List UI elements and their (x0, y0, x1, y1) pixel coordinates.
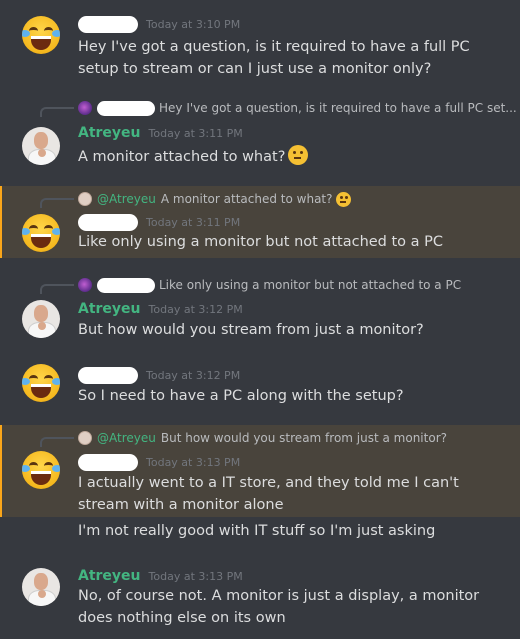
message: Today at 3:10 PM Hey I've got a question… (0, 0, 520, 86)
avatar-atreyeu-icon[interactable] (22, 127, 60, 165)
avatar-laughing-icon[interactable] (22, 16, 60, 54)
timestamp: Today at 3:10 PM (146, 17, 241, 31)
redacted-username (97, 277, 155, 293)
redacted-username (97, 100, 155, 116)
avatar-atreyeu-icon[interactable] (22, 300, 60, 338)
reply-connector (40, 437, 74, 447)
thinking-emoji-icon (335, 191, 351, 207)
mini-avatar-icon (78, 101, 92, 115)
reply-mention[interactable]: @Atreyeu (97, 192, 156, 206)
message: Atreyeu Today at 3:13 PM No, of course n… (0, 560, 520, 639)
avatar-laughing-icon[interactable] (22, 364, 60, 402)
message: Like only using a monitor but not attach… (0, 272, 520, 348)
message-text: I'm not really good with IT stuff so I'm… (78, 523, 436, 539)
reply-text: A monitor attached to what? (160, 192, 333, 206)
message-text: Hey I've got a question, is it required … (78, 39, 470, 77)
reply-preview[interactable]: Like only using a monitor but not attach… (78, 276, 461, 294)
reply-connector (40, 107, 74, 117)
timestamp: Today at 3:12 PM (148, 302, 243, 316)
author-name[interactable]: Atreyeu (78, 301, 141, 317)
timestamp: Today at 3:11 PM (146, 215, 241, 229)
timestamp: Today at 3:11 PM (148, 126, 243, 140)
thinking-emoji-icon (288, 145, 309, 165)
reply-preview[interactable]: Hey I've got a question, is it required … (78, 99, 517, 117)
message-text: A monitor attached to what? (78, 145, 508, 168)
message: Hey I've got a question, is it required … (0, 95, 520, 180)
reply-preview[interactable]: @Atreyeu A monitor attached to what? (78, 190, 351, 208)
reply-connector (40, 284, 74, 294)
message-highlighted: @Atreyeu But how would you stream from j… (0, 425, 520, 517)
mini-avatar-icon (78, 192, 92, 206)
reply-connector (40, 198, 74, 208)
message-text: No, of course not. A monitor is just a d… (78, 588, 480, 626)
message-text: But how would you stream from just a mon… (78, 322, 424, 338)
chat-messages: Today at 3:10 PM Hey I've got a question… (0, 0, 520, 639)
redacted-username[interactable] (78, 15, 138, 33)
message: Today at 3:12 PM So I need to have a PC … (0, 360, 520, 420)
mini-avatar-icon (78, 278, 92, 292)
author-name[interactable]: Atreyeu (78, 125, 141, 141)
redacted-username[interactable] (78, 453, 138, 471)
message-text: Like only using a monitor but not attach… (78, 234, 444, 250)
reply-mention[interactable]: @Atreyeu (97, 431, 156, 445)
reply-text: Like only using a monitor but not attach… (159, 278, 462, 292)
timestamp: Today at 3:13 PM (146, 455, 241, 469)
reply-text: But how would you stream from just a mon… (160, 431, 447, 445)
message-text-content: A monitor attached to what? (78, 149, 286, 165)
redacted-username[interactable] (78, 366, 138, 384)
avatar-laughing-icon[interactable] (22, 214, 60, 252)
timestamp: Today at 3:12 PM (146, 368, 241, 382)
reply-text: Hey I've got a question, is it required … (159, 101, 517, 115)
avatar-atreyeu-icon[interactable] (22, 568, 60, 606)
redacted-username[interactable] (78, 213, 138, 231)
message-text: So I need to have a PC along with the se… (78, 388, 404, 404)
message-text: I actually went to a IT store, and they … (78, 475, 459, 513)
avatar-laughing-icon[interactable] (22, 451, 60, 489)
message-followup: I'm not really good with IT stuff so I'm… (0, 517, 520, 547)
reply-preview[interactable]: @Atreyeu But how would you stream from j… (78, 429, 447, 447)
timestamp: Today at 3:13 PM (148, 569, 243, 583)
mini-avatar-icon (78, 431, 92, 445)
message-highlighted: @Atreyeu A monitor attached to what? Tod… (0, 186, 520, 258)
author-name[interactable]: Atreyeu (78, 568, 141, 584)
